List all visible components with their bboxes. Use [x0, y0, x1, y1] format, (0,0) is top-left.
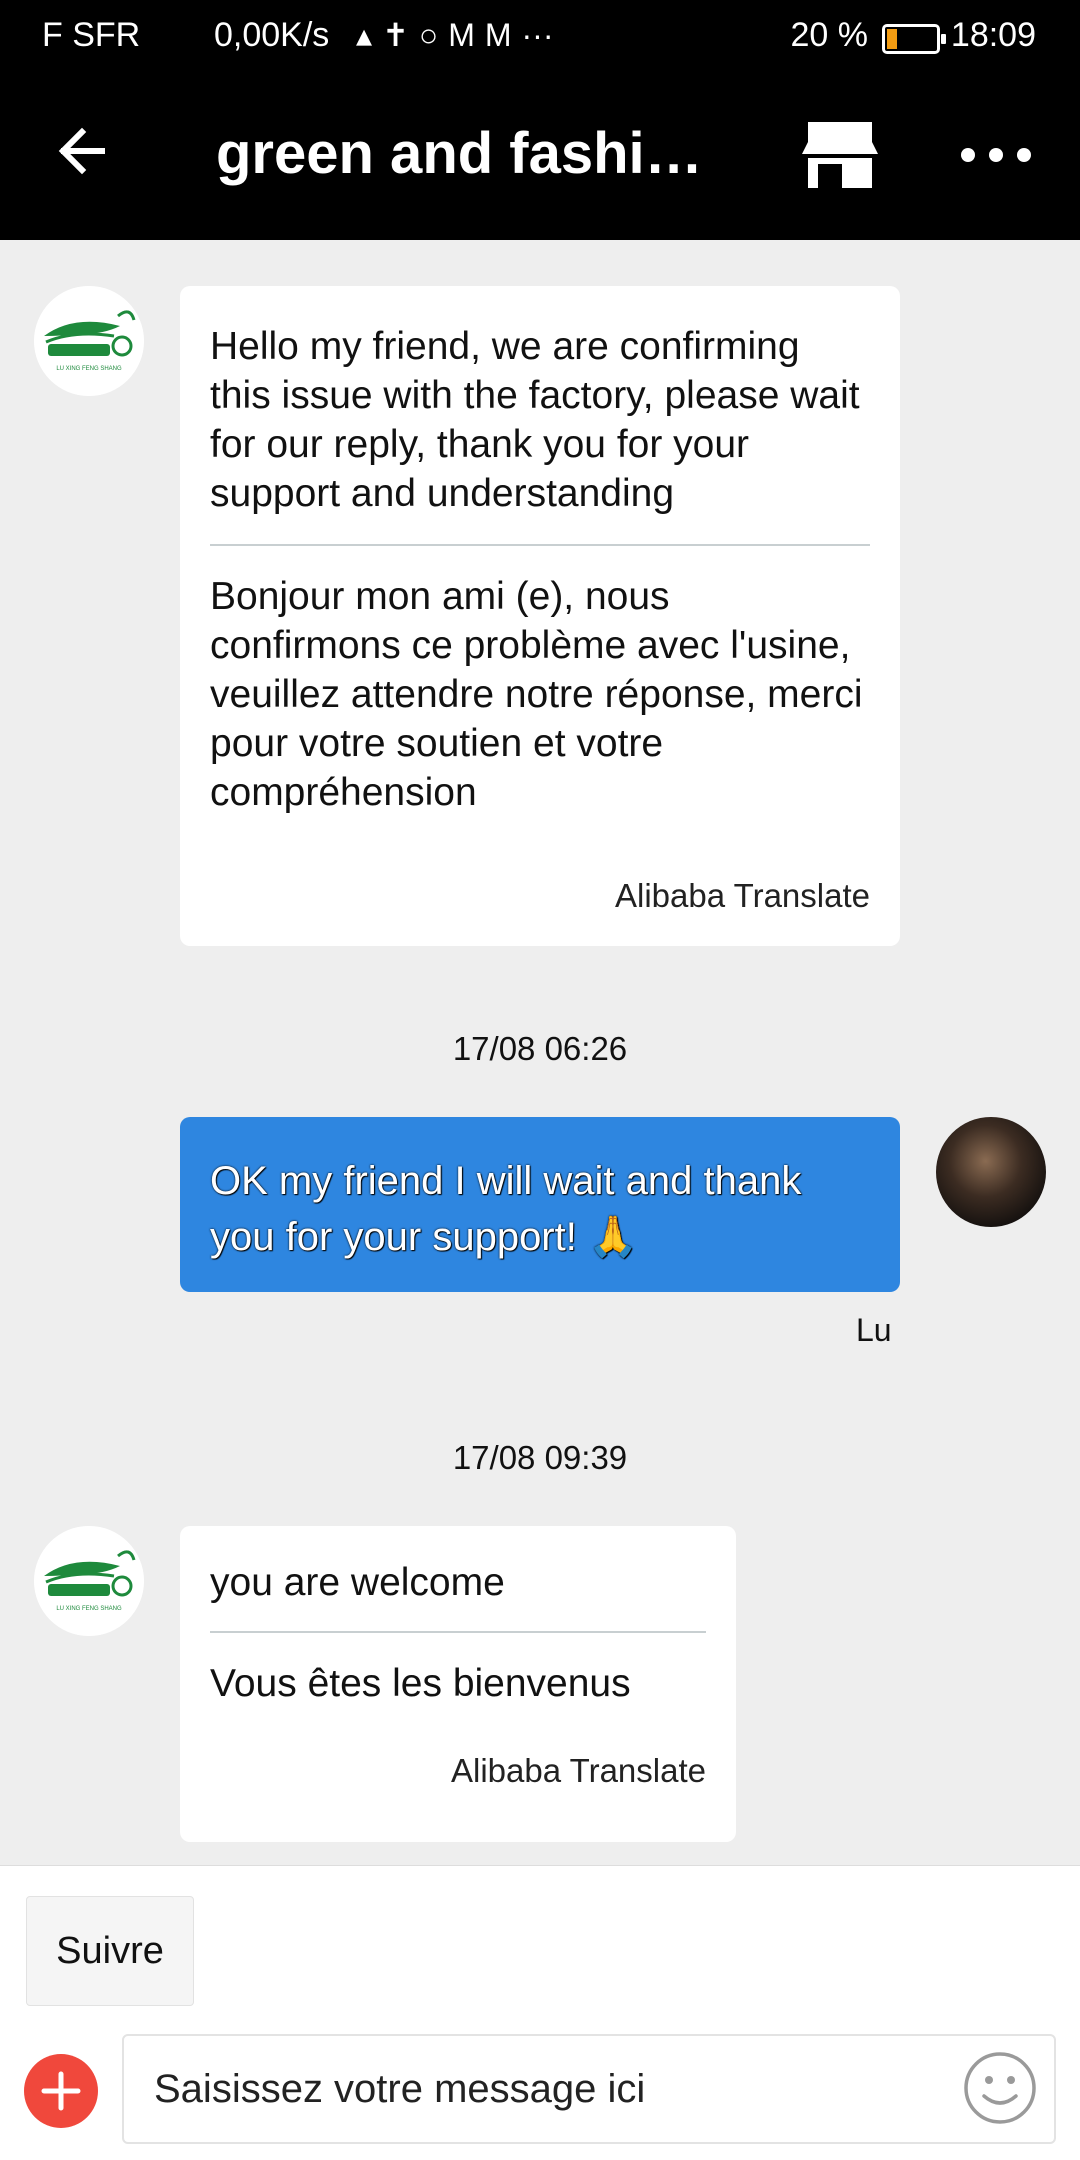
- message-timestamp: 17/08 09:39: [452, 1439, 628, 1476]
- shop-avatar[interactable]: LU XING FENG SHANG: [34, 1526, 144, 1636]
- more-notifications-icon: ···: [521, 16, 554, 53]
- translation-divider: [210, 544, 870, 546]
- more-options-button[interactable]: [956, 130, 1036, 180]
- accessibility-icon: ✝: [382, 17, 409, 53]
- translation-credit: Alibaba Translate: [451, 1752, 706, 1789]
- message-list[interactable]: LU XING FENG SHANG Hello my friend, we a…: [0, 240, 1080, 1865]
- user-avatar[interactable]: [936, 1117, 1046, 1227]
- sent-message[interactable]: OK my friend I will wait and thank you f…: [180, 1117, 900, 1292]
- shop-logo-icon: LU XING FENG SHANG: [34, 1526, 144, 1636]
- emoji-button[interactable]: [962, 2050, 1038, 2126]
- attach-button[interactable]: [24, 2054, 98, 2128]
- sent-message-text: OK my friend I will wait and thank you f…: [210, 1159, 802, 1259]
- shop-avatar[interactable]: LU XING FENG SHANG: [34, 286, 144, 396]
- signal-icon: ▴: [356, 17, 373, 53]
- status-bar: F SFR 0,00K/s ▴ ✝ ○ M M ··· 20 % 18:09: [0, 0, 1080, 74]
- plus-icon: [41, 2071, 81, 2111]
- shop-logo-text: LU XING FENG SHANG: [56, 1606, 122, 1612]
- message-original-text: Hello my friend, we are confirming this …: [210, 325, 860, 515]
- sync-icon: ○: [418, 16, 439, 53]
- carrier-label: F SFR: [42, 16, 141, 54]
- sender-name: Lu: [856, 1312, 892, 1348]
- back-button[interactable]: [50, 116, 120, 186]
- store-button[interactable]: [800, 120, 880, 190]
- translation-divider: [210, 1631, 706, 1633]
- received-message[interactable]: Hello my friend, we are confirming this …: [180, 286, 900, 946]
- battery-icon: [882, 24, 946, 54]
- store-icon: [802, 122, 878, 188]
- battery-fill: [887, 29, 897, 49]
- message-original-text: you are welcome: [210, 1561, 505, 1604]
- message-timestamp: 17/08 06:26: [452, 1030, 628, 1067]
- emoji-icon: [964, 2052, 1036, 2124]
- translation-credit: Alibaba Translate: [615, 877, 870, 914]
- received-message[interactable]: you are welcome Vous êtes les bienvenus …: [180, 1526, 736, 1842]
- mail-icon: M: [484, 16, 512, 53]
- mail-icon: M: [448, 16, 475, 53]
- message-translation-text: Bonjour mon ami (e), nous confirmons ce …: [210, 575, 863, 814]
- compose-bar: Suivre: [0, 1865, 1080, 2160]
- chat-screen: F SFR 0,00K/s ▴ ✝ ○ M M ··· 20 % 18:09 g…: [0, 0, 1080, 2160]
- network-speed: 0,00K/s: [214, 16, 330, 54]
- clock: 18:09: [950, 16, 1036, 54]
- back-arrow-icon: [58, 127, 105, 175]
- shop-logo-icon: LU XING FENG SHANG: [34, 286, 144, 396]
- message-input[interactable]: [122, 2034, 1056, 2144]
- follow-button[interactable]: Suivre: [26, 1896, 194, 2006]
- notification-icons: ▴ ✝ ○ M M ···: [356, 16, 553, 54]
- page-title: green and fashio…: [216, 121, 736, 186]
- message-translation-text: Vous êtes les bienvenus: [210, 1662, 631, 1705]
- shop-logo-text: LU XING FENG SHANG: [56, 366, 122, 372]
- battery-percent: 20 %: [790, 16, 869, 54]
- chat-header: green and fashio…: [0, 74, 1080, 240]
- more-icon: [961, 148, 1031, 162]
